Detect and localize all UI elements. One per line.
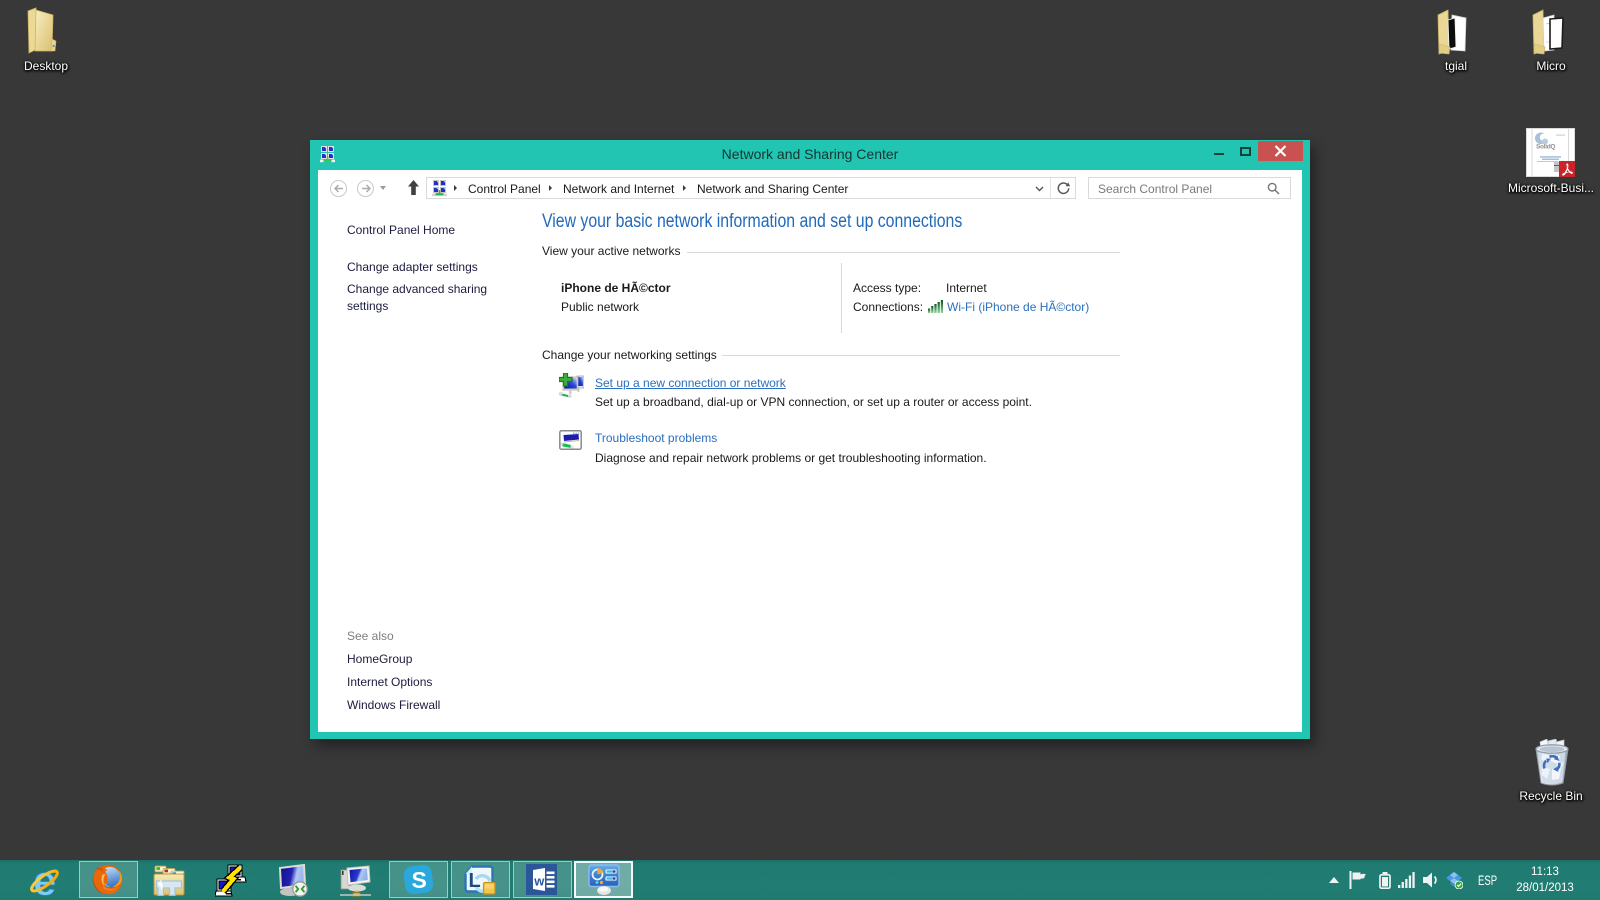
svg-text:w: w — [533, 874, 545, 889]
svg-text:L: L — [469, 870, 481, 892]
svg-text:S: S — [412, 867, 427, 893]
svg-text:SolidQ: SolidQ — [1536, 144, 1555, 151]
